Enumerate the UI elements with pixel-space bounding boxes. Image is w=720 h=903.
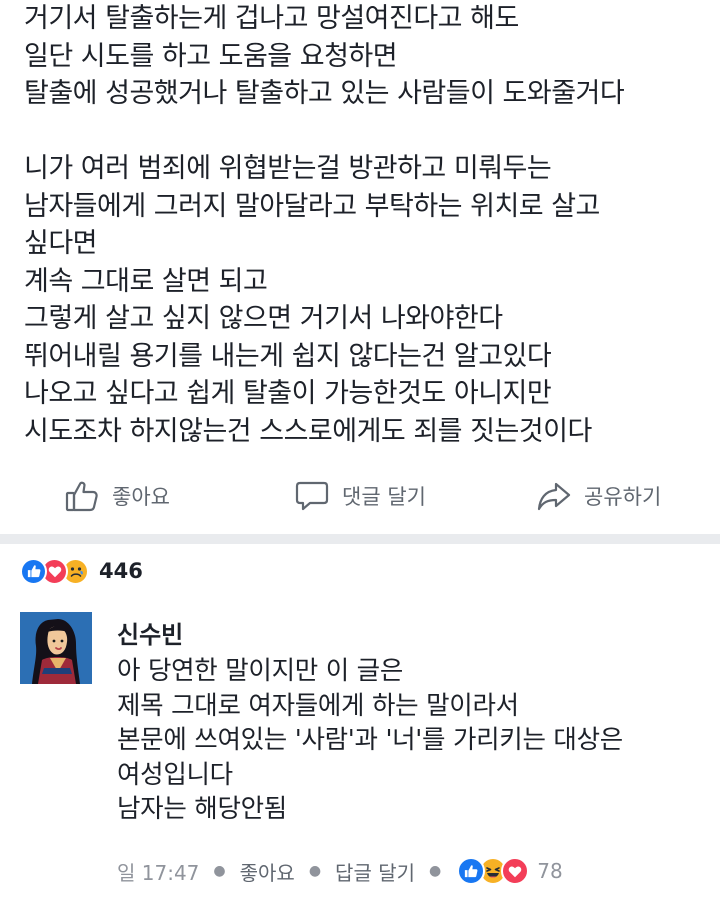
- share-label: 공유하기: [584, 485, 662, 509]
- avatar[interactable]: [20, 612, 92, 684]
- post-line: 그렇게 살고 싶지 않으면 거기서 나와야한다: [24, 303, 503, 334]
- separator-dot: ●: [213, 863, 226, 879]
- comment-line: 본문에 쓰여있는 '사람'과 '너'를 가리키는 대상은: [117, 725, 623, 755]
- share-arrow-icon: [536, 478, 572, 514]
- post-line: 니가 여러 범죄에 위협받는걸 방관하고 미뤄두는: [24, 153, 552, 184]
- post-line: 남자들에게 그러지 말아달라고 부탁하는 위치로 살고: [24, 190, 600, 222]
- comment-line: 제목 그대로 여자들에게 하는 말이라서: [117, 690, 519, 721]
- post-line-blank: [24, 113, 704, 151]
- post-line: 뛰어내릴 용기를 내는게 쉽지 않다는건 알고있다: [24, 340, 552, 372]
- reaction-count: 446: [99, 559, 143, 583]
- reactions-summary[interactable]: 446: [20, 556, 143, 586]
- separator-dot: ●: [429, 863, 442, 879]
- like-button[interactable]: 좋아요: [64, 478, 170, 514]
- love-icon: [501, 857, 530, 885]
- comment-meta: 일 17:47 ● 좋아요 ● 답글 달기 ● 78: [117, 854, 563, 888]
- comment-button[interactable]: 댓글 달기: [294, 478, 426, 514]
- post-line: 일단 시도를 하고 도움을 요청하면: [24, 40, 398, 72]
- post-line: 탈출에 성공했거나 탈출하고 있는 사람들이 도와줄거다: [24, 78, 625, 109]
- post-line: 계속 그대로 살면 되고: [24, 265, 268, 297]
- comment-line: 여성입니다: [117, 759, 233, 790]
- comment-content: 신수빈 아 당연한 말이지만 이 글은 제목 그대로 여자들에게 하는 말이라서…: [117, 620, 717, 827]
- separator-dot: ●: [308, 863, 322, 879]
- comment-time: 일 17:47: [117, 860, 200, 885]
- post-line: 거기서 탈출하는게 겁나고 망설여진다고 해도: [24, 3, 519, 34]
- like-icon: [457, 857, 486, 885]
- share-button[interactable]: 공유하기: [536, 478, 661, 514]
- post-body: 거기서 탈출하는게 겁나고 망설여진다고 해도 일단 시도를 하고 도움을 요청…: [24, 0, 704, 450]
- comment-reactions[interactable]: 78: [457, 857, 563, 885]
- comment-reaction-count: 78: [537, 859, 563, 883]
- comment-author[interactable]: 신수빈: [117, 620, 717, 654]
- post-line: 시도조차 하지않는건 스스로에게도 죄를 짓는것이다: [24, 415, 592, 447]
- comment-like-link[interactable]: 좋아요: [240, 857, 295, 886]
- like-icon: [20, 557, 47, 585]
- post-line: 나오고 싶다고 쉽게 탈출이 가능한것도 아니지만: [24, 378, 552, 409]
- comment-reply-link[interactable]: 답글 달기: [335, 857, 415, 886]
- like-label: 좋아요: [112, 485, 170, 509]
- section-divider: [0, 534, 720, 544]
- thumbs-up-icon: [64, 478, 100, 514]
- comment-label: 댓글 달기: [342, 485, 426, 509]
- speech-bubble-icon: [294, 478, 330, 514]
- post-action-bar: 좋아요 댓글 달기 공유하기: [0, 470, 720, 528]
- comment-line: 아 당연한 말이지만 이 글은: [117, 656, 403, 686]
- post-line: 싶다면: [24, 228, 98, 259]
- comment-line: 남자는 해당안됨: [117, 794, 287, 824]
